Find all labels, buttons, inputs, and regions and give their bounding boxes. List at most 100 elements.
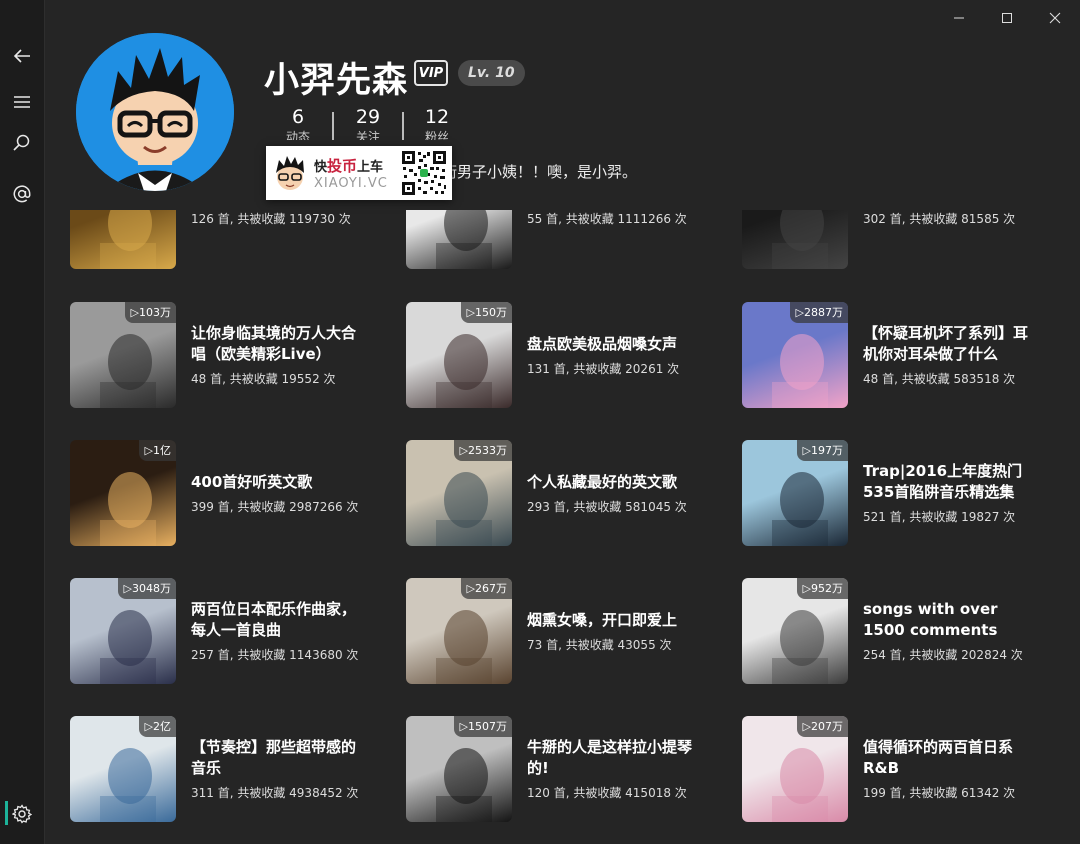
stat-followers[interactable]: 12 粉丝 — [412, 106, 462, 140]
playlist-info: 盘点欧美极品烟嗓女声 131 首, 共被收藏 20261 次 — [527, 302, 700, 408]
playlist-cover[interactable]: ▷103万 — [70, 302, 176, 408]
playlist-cover[interactable]: ▷2533万 — [406, 440, 512, 546]
stat-divider — [332, 112, 334, 140]
playlist-grid: 126 首, 共被收藏 119730 次 55 首, 共被收藏 1111266 次… — [44, 210, 1080, 844]
playlist-cover[interactable]: ▷267万 — [406, 578, 512, 684]
playlist-info: 个人私藏最好的英文歌 293 首, 共被收藏 581045 次 — [527, 440, 700, 546]
playlist-cover[interactable] — [406, 210, 512, 269]
qr-code-icon — [400, 149, 448, 197]
playlist-card[interactable]: ▷2533万 个人私藏最好的英文歌 293 首, 共被收藏 581045 次 — [380, 440, 700, 548]
play-count-badge: ▷150万 — [460, 302, 512, 323]
playlist-card[interactable]: 55 首, 共被收藏 1111266 次 — [380, 210, 700, 271]
search-icon[interactable] — [0, 123, 44, 163]
playlist-title[interactable]: 400首好听英文歌 — [191, 472, 364, 493]
playlist-title[interactable]: Trap|2016上年度热门535首陷阱音乐精选集 — [863, 461, 1036, 503]
playlist-cover[interactable]: ▷150万 — [406, 302, 512, 408]
at-icon[interactable] — [0, 174, 44, 214]
playlist-title[interactable]: 牛掰的人是这样拉小提琴的! — [527, 737, 700, 779]
playlist-cover[interactable]: ▷207万 — [742, 716, 848, 822]
playlist-info: 让你身临其境的万人大合唱（欧美精彩Live） 48 首, 共被收藏 19552 次 — [191, 302, 364, 408]
playlist-info: Trap|2016上年度热门535首陷阱音乐精选集 521 首, 共被收藏 198… — [863, 440, 1036, 546]
play-count-badge: ▷2533万 — [453, 440, 512, 461]
playlist-card[interactable]: ▷103万 让你身临其境的万人大合唱（欧美精彩Live） 48 首, 共被收藏 19… — [44, 302, 364, 410]
playlist-cover[interactable]: ▷2亿 — [70, 716, 176, 822]
sidebar — [0, 0, 45, 844]
playlist-cover[interactable]: ▷952万 — [742, 578, 848, 684]
playlist-card[interactable]: ▷207万 值得循环的两百首日系R&B 199 首, 共被收藏 61342 次 — [716, 716, 1036, 824]
stat-following[interactable]: 29 关注 — [343, 106, 393, 140]
back-arrow-icon[interactable] — [0, 36, 44, 76]
username: 小羿先森 — [264, 61, 409, 101]
playlist-info: 牛掰的人是这样拉小提琴的! 120 首, 共被收藏 415018 次 — [527, 716, 700, 822]
playlist-info: songs with over 1500 comments 254 首, 共被收藏… — [863, 578, 1036, 684]
gear-icon[interactable] — [0, 794, 44, 834]
playlist-cover[interactable]: ▷1507万 — [406, 716, 512, 822]
watermark-logo-icon — [276, 156, 304, 190]
playlist-card[interactable]: ▷1507万 牛掰的人是这样拉小提琴的! 120 首, 共被收藏 415018 次 — [380, 716, 700, 824]
avatar[interactable] — [76, 33, 234, 191]
playlist-info: 【怀疑耳机坏了系列】耳机你对耳朵做了什么 48 首, 共被收藏 583518 次 — [863, 302, 1036, 408]
playlist-info: 302 首, 共被收藏 81585 次 — [863, 210, 1036, 269]
playlist-title[interactable]: 两百位日本配乐作曲家，每人一首良曲 — [191, 599, 364, 641]
playlist-title[interactable]: 【怀疑耳机坏了系列】耳机你对耳朵做了什么 — [863, 323, 1036, 365]
play-count-badge: ▷952万 — [796, 578, 848, 599]
play-count-badge: ▷2887万 — [789, 302, 848, 323]
stat-value: 29 — [355, 106, 381, 128]
playlist-title[interactable]: 值得循环的两百首日系R&B — [863, 737, 1036, 779]
playlist-subtitle: 48 首, 共被收藏 583518 次 — [863, 372, 1016, 386]
playlist-card[interactable]: ▷3048万 两百位日本配乐作曲家，每人一首良曲 257 首, 共被收藏 11436… — [44, 578, 364, 686]
playlist-info: 400首好听英文歌 399 首, 共被收藏 2987266 次 — [191, 440, 364, 546]
playlist-cover[interactable] — [742, 210, 848, 269]
playlist-info: 两百位日本配乐作曲家，每人一首良曲 257 首, 共被收藏 1143680 次 — [191, 578, 364, 684]
playlist-subtitle: 399 首, 共被收藏 2987266 次 — [191, 499, 359, 514]
playlist-card[interactable]: ▷952万 songs with over 1500 comments 254 首,… — [716, 578, 1036, 686]
playlist-card[interactable]: ▷197万 Trap|2016上年度热门535首陷阱音乐精选集 521 首, 共被收… — [716, 440, 1036, 548]
play-count-badge: ▷197万 — [796, 440, 848, 461]
playlist-cover[interactable]: ▷1亿 — [70, 440, 176, 546]
playlist-subtitle: 55 首, 共被收藏 1111266 次 — [527, 212, 687, 226]
playlist-card[interactable]: ▷2887万 【怀疑耳机坏了系列】耳机你对耳朵做了什么 48 首, 共被收藏 583… — [716, 302, 1036, 410]
playlist-title[interactable]: 盘点欧美极品烟嗓女声 — [527, 334, 700, 355]
playlist-card[interactable]: 302 首, 共被收藏 81585 次 — [716, 210, 1036, 271]
playlist-cover[interactable]: ▷197万 — [742, 440, 848, 546]
stat-events[interactable]: 6 动态 — [273, 106, 323, 140]
playlist-subtitle: 521 首, 共被收藏 19827 次 — [863, 510, 1016, 524]
playlist-subtitle: 293 首, 共被收藏 581045 次 — [527, 499, 687, 514]
playlist-cover[interactable]: ▷2887万 — [742, 302, 848, 408]
playlist-cover[interactable] — [70, 210, 176, 269]
play-count-badge: ▷1507万 — [453, 716, 512, 737]
playlist-title[interactable]: 让你身临其境的万人大合唱（欧美精彩Live） — [191, 323, 364, 365]
playlist-card[interactable]: 126 首, 共被收藏 119730 次 — [44, 210, 364, 271]
playlist-subtitle: 131 首, 共被收藏 20261 次 — [527, 361, 680, 376]
playlist-cover[interactable]: ▷3048万 — [70, 578, 176, 684]
play-count-badge: ▷267万 — [460, 578, 512, 599]
play-count-badge: ▷2亿 — [138, 716, 176, 737]
stat-label: 粉丝 — [424, 130, 449, 140]
play-count-badge: ▷1亿 — [138, 440, 176, 461]
playlist-title[interactable]: 烟熏女嗓，开口即爱上 — [527, 610, 700, 631]
play-count-badge: ▷207万 — [796, 716, 848, 737]
watermark-overlay: 快投币上车 XIAOYI.VC — [266, 146, 452, 200]
playlist-subtitle: 254 首, 共被收藏 202824 次 — [863, 648, 1023, 662]
playlist-card[interactable]: ▷1亿 400首好听英文歌 399 首, 共被收藏 2987266 次 — [44, 440, 364, 548]
watermark-brand-highlight: 投币 — [327, 157, 358, 175]
vip-badge[interactable]: VIP — [414, 60, 448, 86]
playlist-info: 烟熏女嗓，开口即爱上 73 首, 共被收藏 43055 次 — [527, 578, 700, 684]
menu-icon[interactable] — [0, 82, 44, 122]
watermark-brand-pre: 快 — [314, 160, 328, 175]
playlist-subtitle: 199 首, 共被收藏 61342 次 — [863, 786, 1016, 800]
playlist-title[interactable]: 个人私藏最好的英文歌 — [527, 472, 700, 493]
watermark-brand-post: 上车 — [357, 160, 384, 175]
playlist-card[interactable]: ▷150万 盘点欧美极品烟嗓女声 131 首, 共被收藏 20261 次 — [380, 302, 700, 410]
playlist-info: 55 首, 共被收藏 1111266 次 — [527, 210, 700, 269]
playlist-title[interactable]: songs with over 1500 comments — [863, 599, 1036, 641]
playlist-title[interactable]: 【节奏控】那些超带感的音乐 — [191, 737, 364, 779]
playlist-subtitle: 302 首, 共被收藏 81585 次 — [863, 212, 1016, 226]
playlist-card[interactable]: ▷267万 烟熏女嗓，开口即爱上 73 首, 共被收藏 43055 次 — [380, 578, 700, 686]
playlist-subtitle: 73 首, 共被收藏 43055 次 — [527, 637, 672, 652]
stat-label: 动态 — [285, 130, 310, 140]
playlist-subtitle: 257 首, 共被收藏 1143680 次 — [191, 648, 359, 662]
playlist-subtitle: 311 首, 共被收藏 4938452 次 — [191, 786, 359, 800]
playlist-card[interactable]: ▷2亿 【节奏控】那些超带感的音乐 311 首, 共被收藏 4938452 次 — [44, 716, 364, 824]
stat-label: 关注 — [355, 130, 380, 140]
